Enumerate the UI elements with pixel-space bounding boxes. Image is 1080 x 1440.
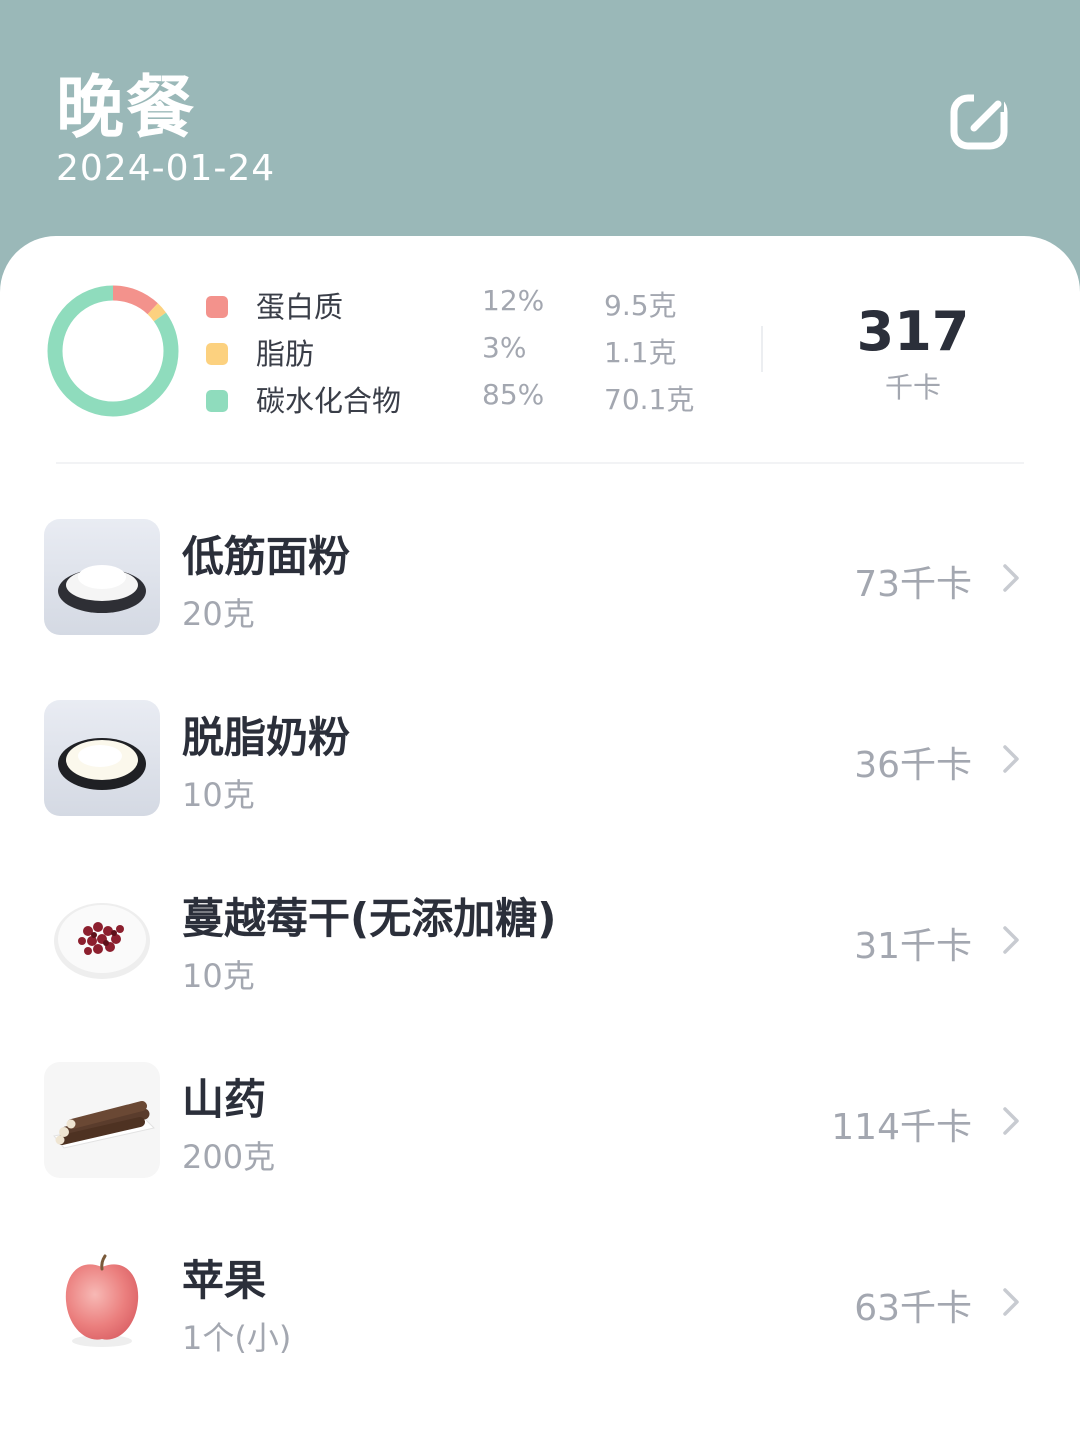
macro-row-carbs: 碳水化合物 85% 70.1克 <box>0 376 760 422</box>
food-name: 脱脂奶粉 <box>182 713 351 762</box>
vertical-divider <box>761 326 763 372</box>
page-title: 晚餐 <box>56 69 197 148</box>
macro-row-fat: 脂肪 3% 1.1克 <box>0 329 760 375</box>
total-calories: 317 <box>856 300 970 363</box>
food-name: 低筋面粉 <box>182 532 351 581</box>
nutrition-summary: 蛋白质 12% 9.5克 脂肪 3% 1.1克 碳水化合物 85% 70.1克 … <box>0 236 1080 464</box>
food-name: 山药 <box>182 1075 267 1124</box>
chevron-right-icon <box>1003 745 1019 773</box>
food-calories: 114千卡 <box>831 1107 972 1148</box>
total-calories-unit: 千卡 <box>884 371 941 404</box>
food-name: 苹果 <box>182 1256 267 1305</box>
chevron-right-icon <box>1003 564 1019 592</box>
flour-image <box>44 519 160 635</box>
chevron-right-icon <box>1003 926 1019 954</box>
macro-grams: 1.1克 <box>604 336 677 369</box>
fat-color-dot <box>206 343 228 365</box>
macro-percent: 85% <box>482 378 545 411</box>
chevron-right-icon <box>1003 1288 1019 1316</box>
macro-name: 碳水化合物 <box>256 384 402 418</box>
food-quantity: 20克 <box>182 595 255 633</box>
carbs-color-dot <box>206 390 228 412</box>
dried-cranberry-image <box>44 881 160 997</box>
milk-powder-image <box>44 700 160 816</box>
macro-name: 脂肪 <box>256 337 315 371</box>
chevron-right-icon <box>1003 1107 1019 1135</box>
food-item-yam[interactable]: 山药 200克 114千卡 <box>0 1062 1080 1178</box>
edit-button[interactable] <box>946 88 1014 156</box>
apple-image <box>44 1243 160 1359</box>
food-quantity: 200克 <box>182 1138 276 1176</box>
food-calories: 63千卡 <box>854 1288 972 1329</box>
meal-card: 蛋白质 12% 9.5克 脂肪 3% 1.1克 碳水化合物 85% 70.1克 … <box>0 236 1080 1440</box>
macro-percent: 12% <box>482 284 545 317</box>
meal-date: 2024-01-24 <box>56 148 276 189</box>
food-item-dried-cranberry[interactable]: 蔓越莓干(无添加糖) 10克 31千卡 <box>0 881 1080 997</box>
edit-icon <box>950 90 1008 150</box>
food-item-milk-powder[interactable]: 脱脂奶粉 10克 36千卡 <box>0 700 1080 816</box>
macro-name: 蛋白质 <box>256 290 344 324</box>
food-quantity: 10克 <box>182 957 255 995</box>
food-item-apple[interactable]: 苹果 1个(小) 63千卡 <box>0 1243 1080 1359</box>
food-calories: 73千卡 <box>854 564 972 605</box>
protein-color-dot <box>206 296 228 318</box>
food-calories: 31千卡 <box>854 926 972 967</box>
macro-percent: 3% <box>482 331 527 364</box>
macro-grams: 9.5克 <box>604 289 677 322</box>
food-quantity: 10克 <box>182 776 255 814</box>
food-item-flour[interactable]: 低筋面粉 20克 73千卡 <box>0 519 1080 635</box>
macro-row-protein: 蛋白质 12% 9.5克 <box>0 282 760 328</box>
divider <box>56 462 1024 464</box>
food-calories: 36千卡 <box>854 745 972 786</box>
food-quantity: 1个(小) <box>182 1319 292 1357</box>
header: 晚餐 2024-01-24 <box>0 0 1080 260</box>
yam-image <box>44 1062 160 1178</box>
food-name: 蔓越莓干(无添加糖) <box>182 894 557 943</box>
macro-grams: 70.1克 <box>604 383 695 416</box>
